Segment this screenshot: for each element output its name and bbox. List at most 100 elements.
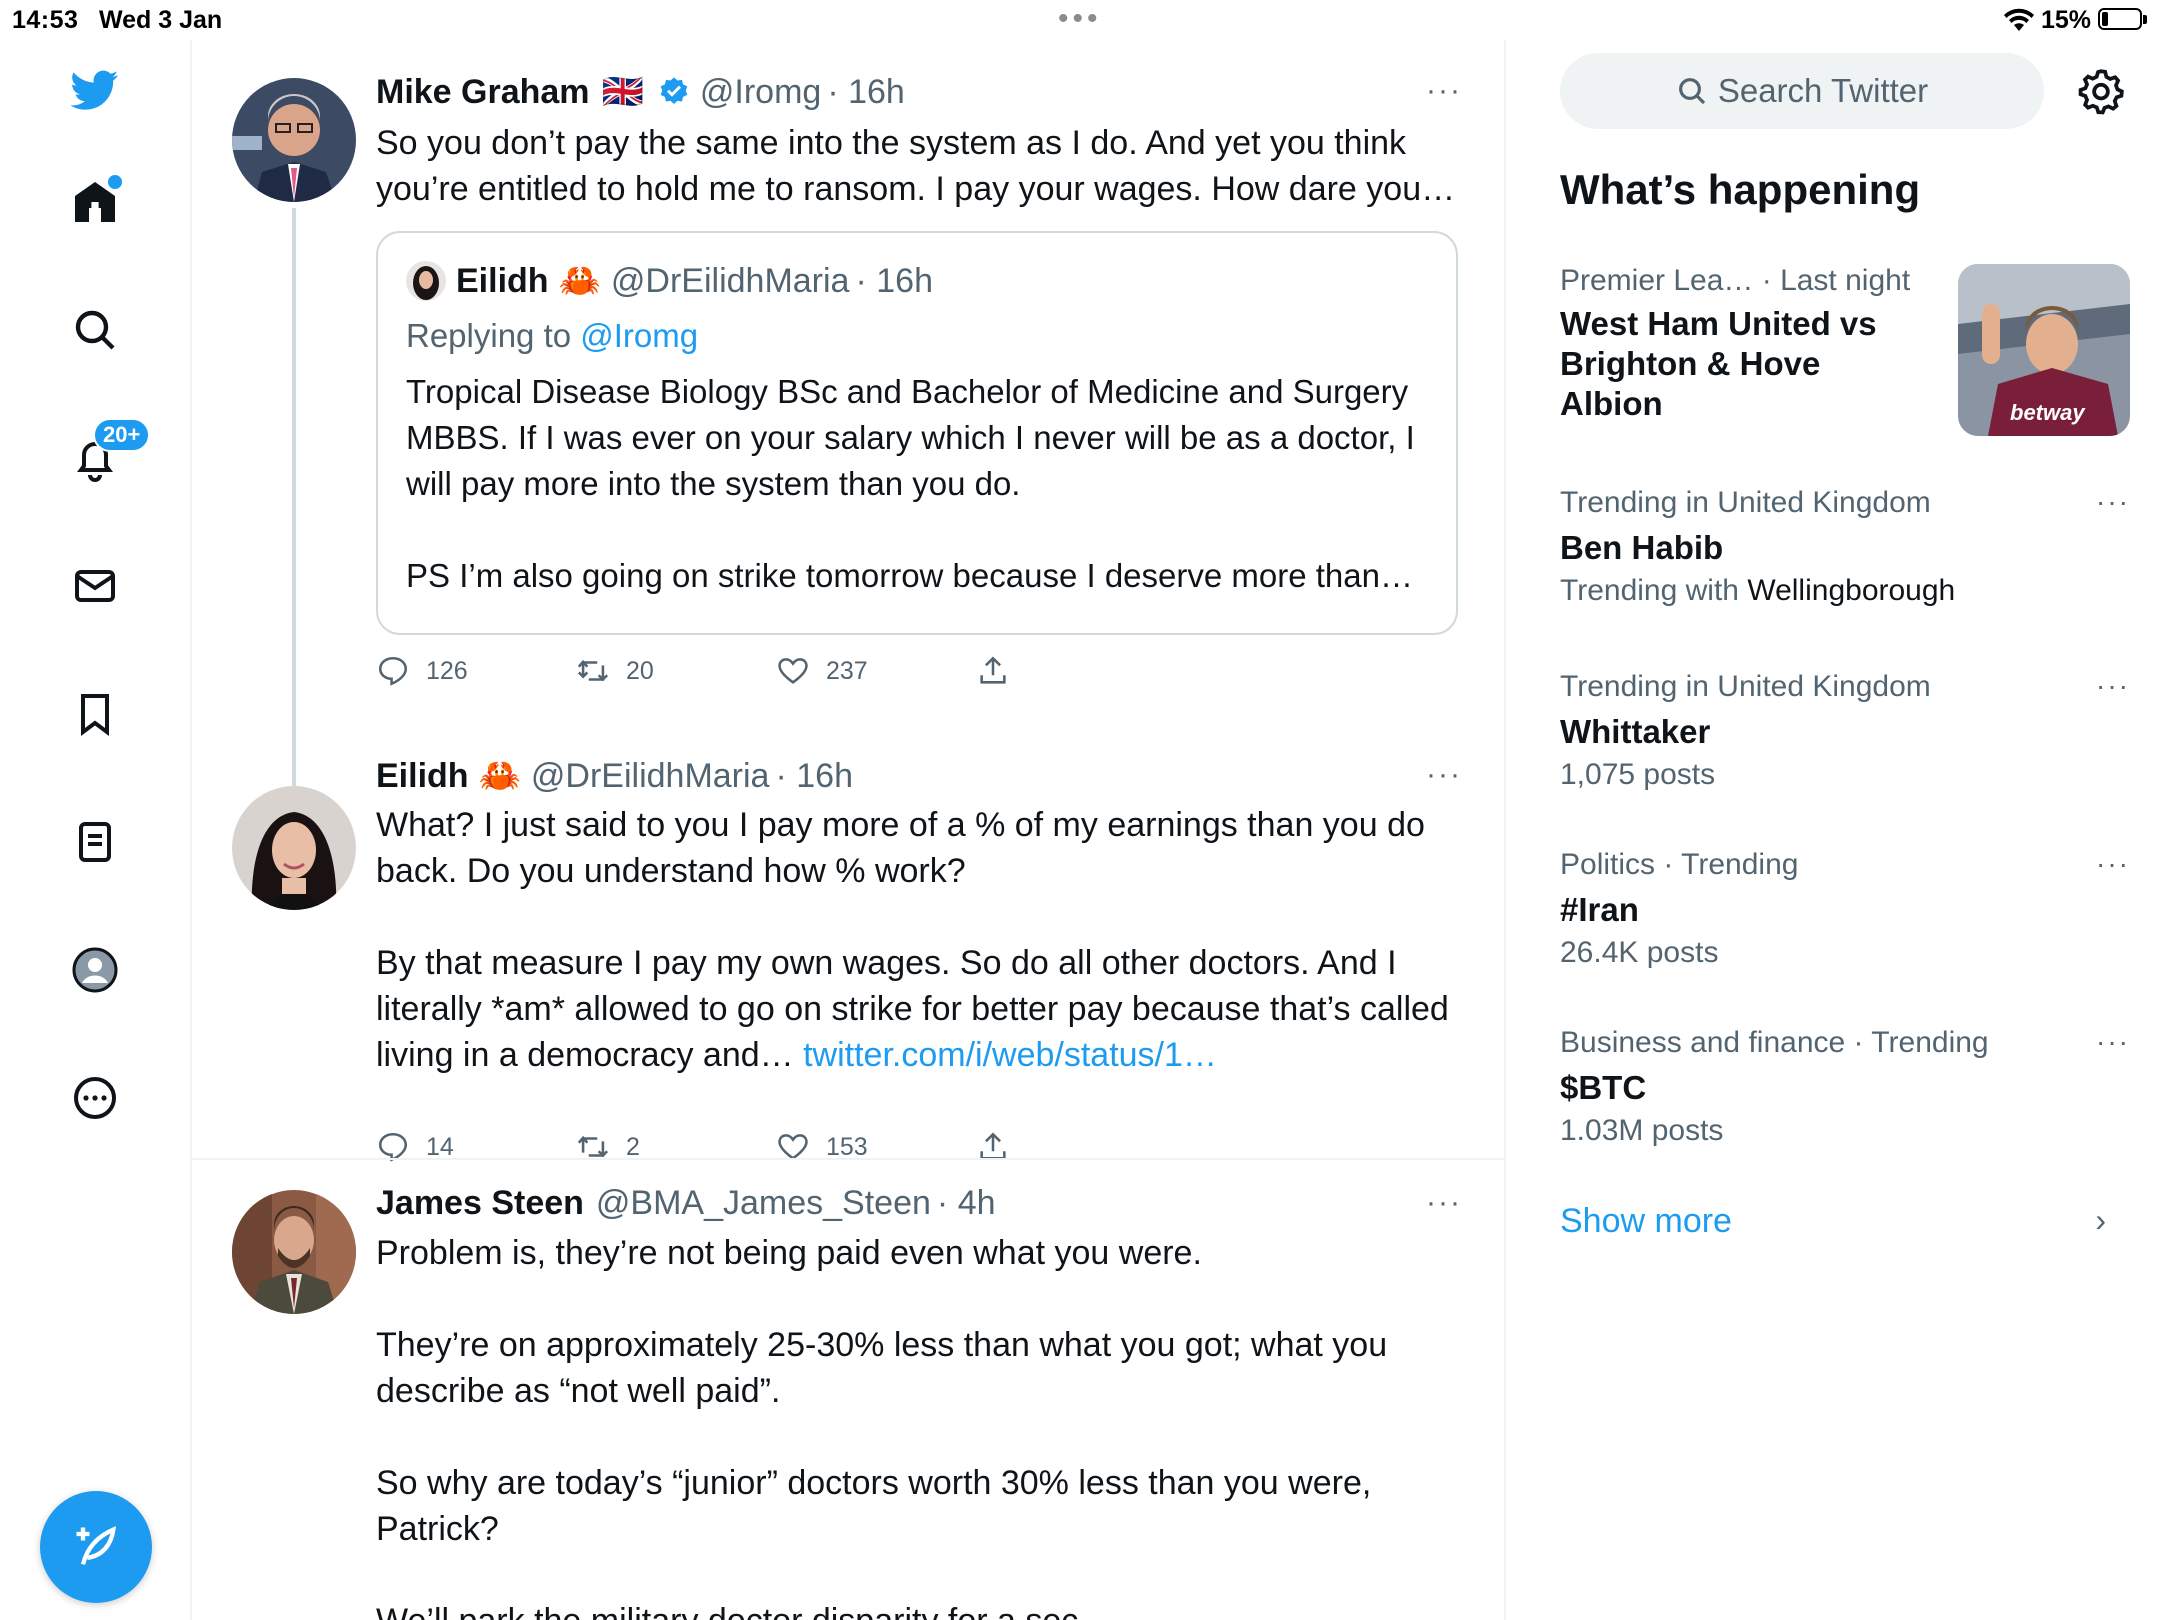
retweet-button[interactable]: 20 (576, 654, 654, 688)
messages-icon[interactable] (51, 542, 139, 630)
timeline[interactable]: Mike Graham 🇬🇧 @Iromg · 16h ··· So you d… (192, 40, 1506, 1620)
left-navigation: 20+ (0, 40, 192, 1620)
trend-title: #Iran (1560, 891, 1639, 928)
twitter-logo-icon[interactable] (51, 46, 139, 134)
trend-item[interactable]: Trending in United Kingdom ··· Whittaker… (1560, 670, 2130, 810)
reply-count: 126 (426, 656, 468, 685)
home-unread-dot (106, 173, 124, 191)
tweet-text: Problem is, they’re not being paid even … (376, 1234, 1388, 1620)
trend-with-topic: Wellingborough (1747, 574, 1956, 607)
right-sidebar: Search Twitter What’s happening Premier … (1506, 40, 2160, 1620)
tweet-header: Mike Graham 🇬🇧 @Iromg · 16h (376, 72, 905, 112)
trend-item[interactable]: Trending in United Kingdom ··· Ben Habib… (1560, 486, 2130, 626)
trend-post-count: 26.4K posts (1560, 936, 1719, 969)
profile-icon[interactable] (51, 926, 139, 1014)
handle[interactable]: @DrEilidhMaria (531, 757, 770, 796)
tweet-header: Eilidh 🦀 @DrEilidhMaria · 16h (376, 756, 853, 796)
tweet-text: So you don’t pay the same into the syste… (376, 124, 1456, 208)
timestamp[interactable]: · 4h (937, 1184, 996, 1223)
search-icon[interactable] (51, 286, 139, 374)
trend-category: Trending in United Kingdom (1560, 670, 1931, 703)
crab-emoji-icon: 🦀 (478, 757, 521, 795)
quoted-tweet[interactable]: Eilidh 🦀 @DrEilidhMaria · 16h Replying t… (376, 231, 1458, 635)
trend-category: Premier Lea… (1560, 264, 1754, 297)
avatar[interactable] (232, 78, 356, 202)
like-button[interactable]: 237 (776, 654, 868, 688)
heart-icon (778, 658, 808, 684)
quote-avatar (406, 261, 446, 301)
avatar[interactable] (232, 1190, 356, 1314)
quote-handle: @DrEilidhMaria (610, 261, 850, 300)
search-bar[interactable]: Search Twitter (1560, 53, 2044, 129)
search-icon (1678, 78, 1705, 105)
trend-title: West Ham United vs Brighton & Hove Albio… (1560, 305, 1877, 422)
trend-title: $BTC (1560, 1069, 1647, 1106)
thread-connector (292, 208, 296, 786)
tweet-header: James Steen @BMA_James_Steen · 4h (376, 1184, 996, 1223)
quote-timestamp: · 16h (855, 261, 933, 300)
home-icon[interactable] (51, 158, 139, 246)
trend-more-icon[interactable]: ··· (2096, 486, 2130, 518)
trend-item[interactable]: Business and finance · Trending ··· $BTC… (1560, 1026, 2130, 1166)
status-time: 14:53 (12, 6, 79, 34)
more-options-icon[interactable] (51, 1054, 139, 1142)
trend-title: Ben Habib (1560, 529, 1724, 566)
search-placeholder: Search Twitter (1717, 72, 1929, 109)
quote-replying-to: Replying to @Iromg (406, 317, 698, 355)
display-name[interactable]: Mike Graham (376, 73, 590, 112)
handle[interactable]: @BMA_James_Steen (596, 1184, 931, 1223)
trend-subtitle: Trending with Wellingborough (1560, 574, 2130, 608)
tweet-more-icon[interactable]: ··· (1426, 1186, 1462, 1220)
trend-more-icon[interactable]: ··· (2096, 848, 2130, 880)
trend-category: Politics · Trending (1560, 848, 1799, 881)
like-count: 237 (826, 656, 868, 685)
quote-header: Eilidh 🦀 @DrEilidhMaria · 16h (406, 261, 933, 301)
notifications-badge: 20+ (93, 418, 151, 452)
bookmarks-icon[interactable] (51, 670, 139, 758)
quote-display-name: Eilidh (456, 261, 549, 300)
lists-icon[interactable] (51, 798, 139, 886)
reply-icon (378, 656, 408, 686)
tweet-actions: 126 20 237 (376, 654, 1076, 694)
share-icon (980, 656, 1006, 684)
timestamp[interactable]: · 16h (827, 73, 905, 112)
compose-tweet-button[interactable] (40, 1491, 152, 1603)
trend-item[interactable]: Politics · Trending ··· #Iran 26.4K post… (1560, 848, 2130, 988)
handle[interactable]: @Iromg (700, 73, 821, 112)
share-button[interactable] (976, 654, 1026, 688)
trend-time: · Last night (1753, 264, 1911, 297)
tweet-text: What? I just said to you I pay more of a… (376, 802, 1456, 1078)
replying-to-handle[interactable]: @Iromg (580, 317, 698, 354)
trend-thumbnail: betway (1958, 264, 2130, 436)
status-date: Wed 3 Jan (99, 6, 223, 34)
timestamp[interactable]: · 16h (775, 757, 853, 796)
reply-button[interactable]: 126 (376, 654, 468, 688)
trend-post-count: 1.03M posts (1560, 1114, 1724, 1147)
chevron-right-icon[interactable]: › (2095, 1202, 2106, 1239)
settings-gear-icon[interactable] (2076, 66, 2126, 116)
trend-thumbnail-text: betway (2010, 400, 2086, 425)
retweet-icon (577, 659, 609, 682)
show-more-link[interactable]: Show more (1560, 1202, 1732, 1241)
avatar[interactable] (232, 786, 356, 910)
display-name[interactable]: Eilidh (376, 757, 469, 796)
notifications-icon[interactable]: 20+ (51, 414, 151, 502)
uk-flag-icon: 🇬🇧 (601, 73, 644, 111)
tweet-body: What? I just said to you I pay more of a… (376, 806, 1449, 1074)
display-name[interactable]: James Steen (376, 1184, 584, 1223)
battery-percent: 15% (2041, 6, 2092, 34)
tweet-more-icon[interactable]: ··· (1426, 74, 1462, 108)
tweet-link[interactable]: twitter.com/i/web/status/1… (803, 1036, 1217, 1074)
trend-more-icon[interactable]: ··· (2096, 1026, 2130, 1058)
tweet-more-icon[interactable]: ··· (1426, 758, 1462, 792)
trend-item[interactable]: Premier Lea… · Last night West Ham Unite… (1560, 264, 2130, 464)
wifi-icon (2004, 8, 2034, 31)
trend-category: Trending in United Kingdom (1560, 486, 1931, 519)
replying-to-label: Replying to (406, 317, 581, 354)
trend-more-icon[interactable]: ··· (2096, 670, 2130, 702)
compose-feather-icon (76, 1526, 117, 1565)
verified-badge-icon (660, 77, 688, 104)
tweet-divider (192, 1158, 1504, 1160)
battery-icon (2098, 8, 2147, 30)
multitasking-dots-icon[interactable]: ••• (1058, 4, 1102, 34)
